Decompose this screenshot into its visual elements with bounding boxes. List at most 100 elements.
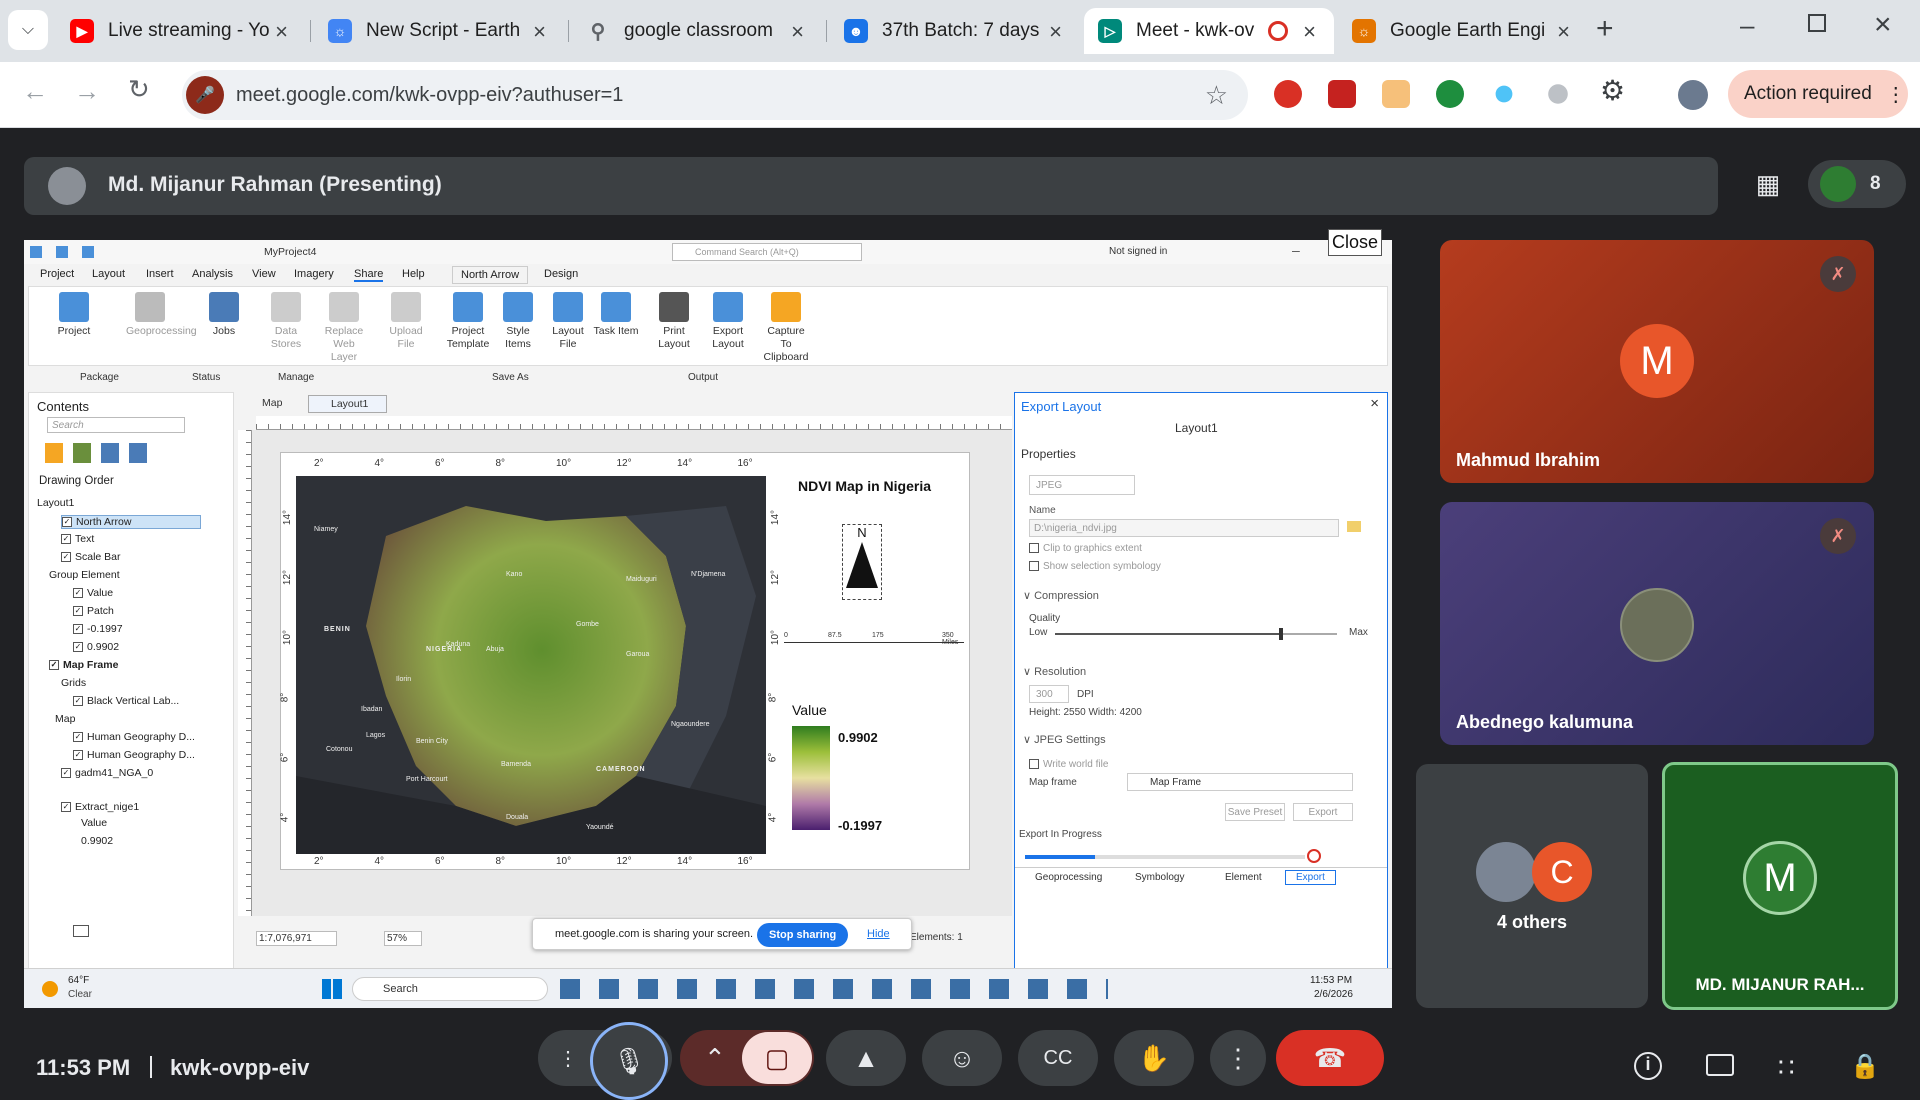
tab-symbology[interactable]: Symbology <box>1135 872 1184 883</box>
participant-tile[interactable]: ✗ Abednego kalumuna <box>1440 502 1874 745</box>
visibility-checkbox[interactable]: ✓ <box>61 802 71 813</box>
activities-icon[interactable]: ∷ <box>1778 1052 1795 1083</box>
taskbar-app-icons[interactable] <box>560 979 1108 999</box>
command-search-input[interactable]: Command Search (Alt+Q) <box>672 243 862 261</box>
taskbar-search[interactable]: Search <box>352 977 548 1001</box>
menu-layout[interactable]: Layout <box>92 268 125 280</box>
contents-item[interactable]: ✓ -0.1997 <box>73 623 123 635</box>
menu-insert[interactable]: Insert <box>146 268 174 280</box>
forward-icon[interactable]: → <box>74 76 100 107</box>
dpi-input[interactable]: 300 <box>1029 685 1069 703</box>
extension-icon[interactable] <box>1495 85 1513 103</box>
folder-icon[interactable] <box>1347 521 1361 532</box>
bookmark-star-icon[interactable]: ☆ <box>1205 80 1228 111</box>
contents-item[interactable]: ✓ Human Geography D... <box>73 731 195 743</box>
ribbon-button-9[interactable]: Task Item <box>592 292 640 338</box>
world-file-checkbox[interactable]: Write world file <box>1029 759 1108 770</box>
visibility-checkbox[interactable]: ✓ <box>61 768 71 779</box>
visibility-checkbox[interactable]: ✓ <box>61 534 71 545</box>
tab-search-button[interactable]: ⌵ <box>8 10 48 50</box>
ribbon-button-6[interactable]: Project Template <box>444 292 492 351</box>
action-required-button[interactable]: Action required ⋮ <box>1728 70 1908 118</box>
new-tab-icon[interactable]: + <box>1596 12 1614 46</box>
tab-batch[interactable]: ☻ 37th Batch: 7 days × <box>830 8 1080 54</box>
export-button[interactable]: Export <box>1293 803 1353 821</box>
contents-item[interactable]: ✓ Human Geography D... <box>73 749 195 761</box>
weather-temp[interactable]: 64°F <box>68 975 89 986</box>
menu-project[interactable]: Project <box>40 268 74 280</box>
others-tile[interactable]: C 4 others <box>1416 764 1648 1008</box>
menu-analysis[interactable]: Analysis <box>192 268 233 280</box>
contents-item[interactable]: ✓ North Arrow <box>61 515 201 529</box>
tab-export[interactable]: Export <box>1285 870 1336 885</box>
ribbon-button-5[interactable]: Upload File <box>382 292 430 351</box>
reactions-button[interactable]: ☺ <box>922 1030 1002 1086</box>
mic-group[interactable]: ⋮ 🎙 <box>538 1022 672 1100</box>
hide-link[interactable]: Hide <box>867 928 890 940</box>
tab-earth-script[interactable]: ☼ New Script - Earth × <box>314 8 564 54</box>
menu-north-arrow[interactable]: North Arrow <box>452 266 529 284</box>
participants-button[interactable]: 8 <box>1808 160 1906 208</box>
ribbon-button-2[interactable]: Jobs <box>200 292 248 338</box>
hide-presentation-icon[interactable]: ▦ <box>1740 160 1796 208</box>
close-icon[interactable]: × <box>1557 19 1570 45</box>
close-window-icon[interactable]: × <box>1874 8 1892 42</box>
windows-start-icon[interactable] <box>322 979 342 999</box>
contents-item[interactable]: Value <box>81 817 107 829</box>
camera-group[interactable]: ⌃ ▢ <box>680 1030 814 1086</box>
contents-item[interactable]: ✓ Map Frame <box>49 659 118 671</box>
contents-item[interactable]: ✓ Scale Bar <box>61 551 121 563</box>
visibility-checkbox[interactable]: ✓ <box>61 552 71 563</box>
contents-item[interactable]: ✓ Extract_nige1 <box>61 801 139 813</box>
tab-youtube[interactable]: ▶ Live streaming - Yo × <box>56 8 306 54</box>
ribbon-button-12[interactable]: Capture To Clipboard <box>762 292 810 364</box>
contents-search-input[interactable]: Search <box>47 417 185 433</box>
contents-item[interactable]: ✓ Patch <box>73 605 114 617</box>
export-pane-close-icon[interactable]: × <box>1370 395 1379 412</box>
close-icon[interactable]: × <box>1303 19 1316 45</box>
minimize-icon[interactable]: – <box>1740 10 1754 41</box>
visibility-checkbox[interactable]: ✓ <box>62 517 72 528</box>
ribbon-button-11[interactable]: Export Layout <box>704 292 752 351</box>
ribbon-button-8[interactable]: Layout File <box>544 292 592 351</box>
visibility-checkbox[interactable]: ✓ <box>73 750 83 761</box>
ribbon-button-4[interactable]: Replace Web Layer <box>320 292 368 364</box>
visibility-checkbox[interactable]: ✓ <box>73 624 83 635</box>
visibility-checkbox[interactable]: ✓ <box>73 606 83 617</box>
reload-icon[interactable]: ↻ <box>128 74 150 105</box>
host-controls-icon[interactable]: 🔒 <box>1850 1052 1880 1081</box>
camera-off-icon[interactable]: ▢ <box>742 1032 812 1084</box>
quality-slider-thumb[interactable] <box>1278 628 1283 640</box>
tab-map[interactable]: Map <box>262 397 282 409</box>
cancel-export-icon[interactable] <box>1307 849 1321 863</box>
participant-tile[interactable]: M ✗ Mahmud Ibrahim <box>1440 240 1874 483</box>
close-icon[interactable]: × <box>791 19 804 45</box>
leave-call-button[interactable]: ☎ <box>1276 1030 1384 1086</box>
contents-item[interactable]: Layout1 <box>37 497 74 509</box>
info-icon[interactable]: i <box>1634 1052 1662 1080</box>
contents-item[interactable]: ✓ Value <box>73 587 113 599</box>
minimize-icon[interactable]: – <box>1292 242 1300 258</box>
save-preset-button[interactable]: Save Preset <box>1225 803 1285 821</box>
menu-view[interactable]: View <box>252 268 276 280</box>
zoom-select[interactable]: 57% <box>384 931 423 946</box>
tab-google-classroom[interactable]: ⚲ google classroom × <box>572 8 822 54</box>
export-name-input[interactable]: D:\nigeria_ndvi.jpg <box>1029 519 1339 537</box>
chevron-up-icon[interactable]: ⌃ <box>704 1043 726 1074</box>
contents-item[interactable]: Grids <box>61 677 86 689</box>
clip-checkbox[interactable]: Clip to graphics extent <box>1029 543 1142 554</box>
omnibox[interactable]: 🎤 meet.google.com/kwk-ovpp-eiv?authuser=… <box>182 70 1248 120</box>
mic-icon[interactable]: 🎙 <box>590 1022 668 1100</box>
stop-sharing-button[interactable]: Stop sharing <box>757 923 849 947</box>
ribbon-button-10[interactable]: Print Layout <box>650 292 698 351</box>
ribbon-button-1[interactable]: Geoprocessing <box>126 292 197 338</box>
extension-icon[interactable] <box>1274 80 1302 108</box>
contents-item[interactable]: ✓ Text <box>61 533 94 545</box>
contents-item[interactable]: ✓ Black Vertical Lab... <box>73 695 179 707</box>
taskbar-clock[interactable]: 11:53 PM <box>1310 975 1352 986</box>
self-tile[interactable]: M MD. MIJANUR RAH... <box>1662 762 1898 1010</box>
contents-item[interactable]: Map <box>55 713 75 725</box>
ribbon-button-0[interactable]: Project <box>50 292 98 338</box>
quality-slider[interactable] <box>1055 628 1337 640</box>
extension-icon[interactable] <box>1436 80 1464 108</box>
